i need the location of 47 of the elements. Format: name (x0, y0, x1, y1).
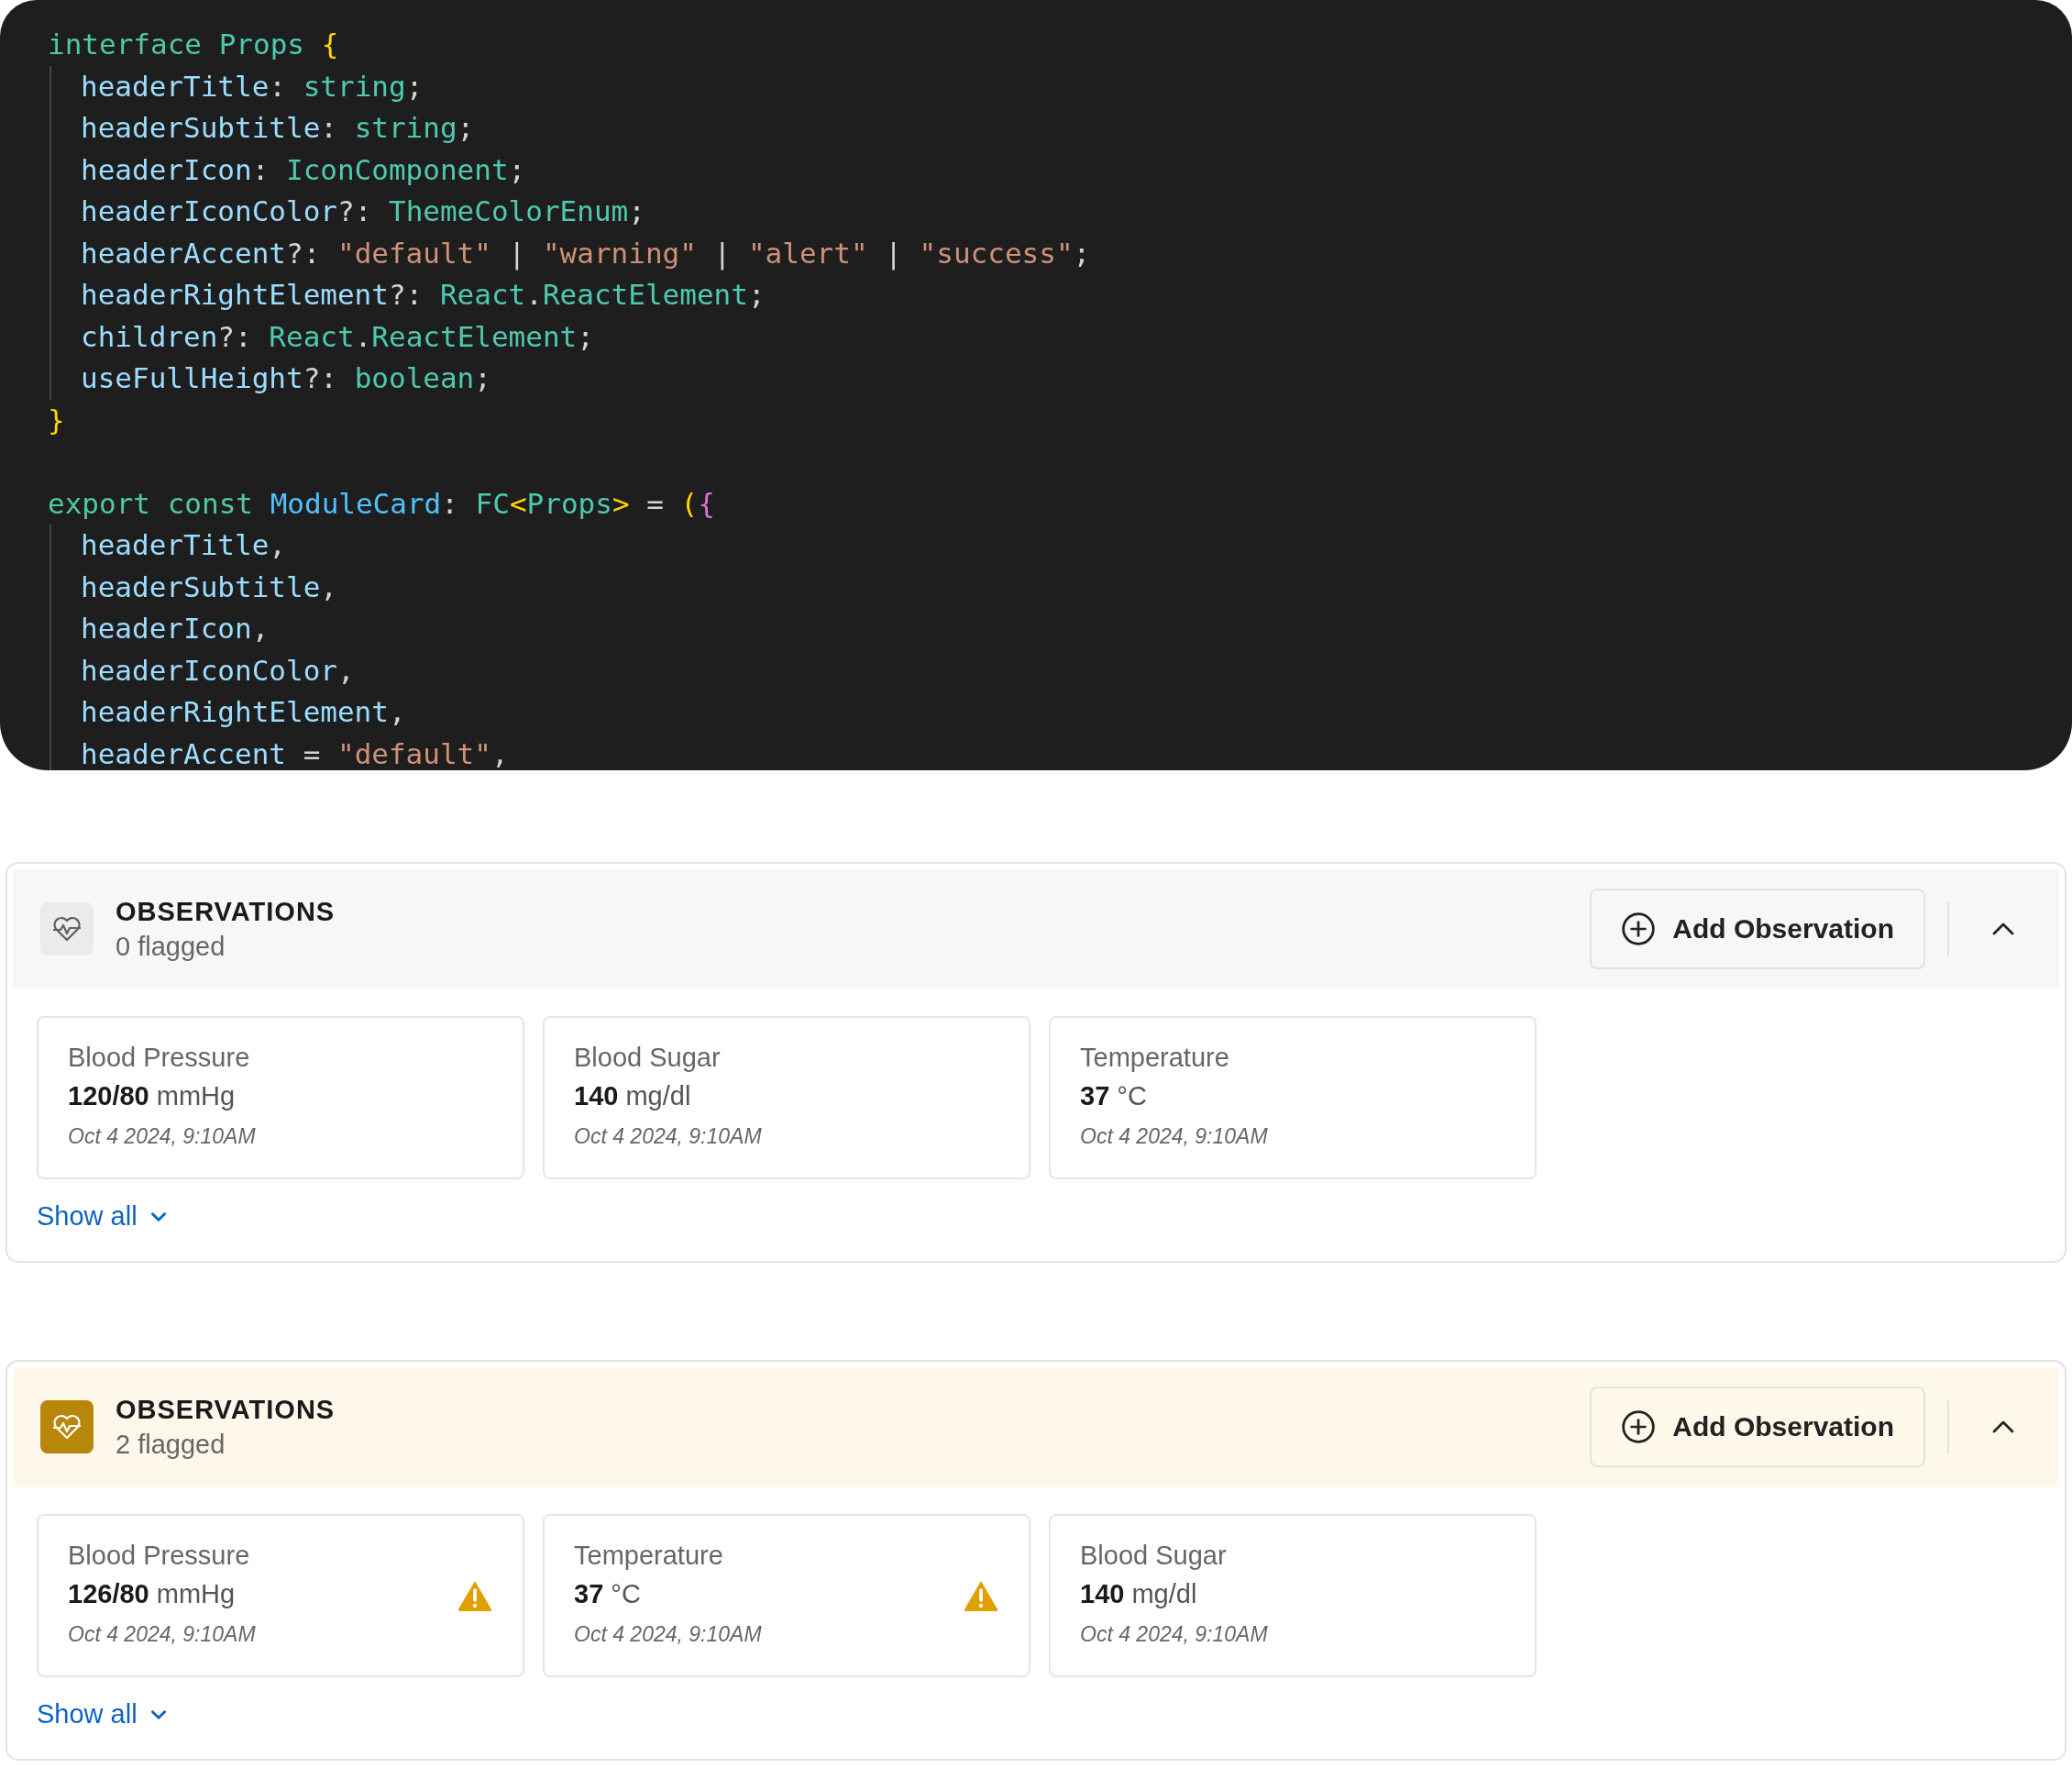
observation-name: Temperature (574, 1540, 724, 1572)
observation-value: 37 °C (1080, 1080, 1148, 1112)
observation-value: 120/80 mmHg (68, 1080, 237, 1112)
observation-value: 140 mg/dl (574, 1080, 692, 1112)
code-line: headerAccent?: "default" | "warning" | "alert" | "success"; (81, 235, 1092, 272)
card-subtitle: 0 flagged (116, 931, 226, 963)
observation-value: 126/80 mmHg (68, 1578, 237, 1610)
plus-circle-icon (1621, 912, 1657, 946)
code-line: children?: React.ReactElement; (81, 318, 595, 355)
card-subtitle: 2 flagged (116, 1429, 226, 1461)
observation-time: Oct 4 2024, 9:10AM (68, 1621, 257, 1648)
observation-time: Oct 4 2024, 9:10AM (574, 1123, 763, 1150)
observation-value: 140 mg/dl (1080, 1578, 1198, 1610)
observation-name: Blood Pressure (68, 1540, 251, 1572)
code-line: headerTitle: string; (81, 68, 424, 105)
observation-name: Blood Sugar (1080, 1540, 1228, 1572)
add-observation-button[interactable]: Add Observation (1590, 1387, 1925, 1467)
observation-time: Oct 4 2024, 9:10AM (574, 1621, 763, 1648)
code-line: headerIcon: IconComponent; (81, 151, 527, 188)
code-line: headerSubtitle: string; (81, 110, 476, 146)
code-line: headerIcon, (81, 611, 270, 646)
code-line: headerIconColor?: ThemeColorEnum; (81, 193, 646, 229)
code-line: headerRightElement?: React.ReactElement; (81, 277, 766, 313)
plus-circle-icon (1621, 1409, 1657, 1444)
show-all-link[interactable]: Show all (37, 1699, 169, 1729)
code-line: } (48, 402, 66, 438)
observation-name: Blood Pressure (68, 1042, 251, 1074)
heart-pulse-icon (40, 1400, 94, 1453)
observation-time: Oct 4 2024, 9:10AM (1080, 1621, 1269, 1648)
observation-time: Oct 4 2024, 9:10AM (1080, 1123, 1269, 1150)
code-line: headerTitle, (81, 527, 287, 563)
card-title: OBSERVATIONS (116, 896, 336, 928)
code-line: headerSubtitle, (81, 569, 338, 605)
observation-value: 37 °C (574, 1578, 642, 1610)
code-line: export const ModuleCard: FC<Props> = ({ (48, 485, 716, 522)
code-line: interface Props { (48, 27, 340, 62)
observation-name: Temperature (1080, 1042, 1230, 1074)
add-observation-button[interactable]: Add Observation (1590, 889, 1925, 969)
show-all-link[interactable]: Show all (37, 1201, 169, 1232)
heart-pulse-icon (40, 902, 94, 956)
observation-name: Blood Sugar (574, 1042, 722, 1074)
code-line: headerIconColor, (81, 652, 356, 689)
code-line: useFullHeight?: boolean; (81, 360, 492, 396)
code-line: headerRightElement, (81, 694, 407, 730)
code-line: headerAccent = "default", (81, 735, 510, 770)
card-title: OBSERVATIONS (116, 1394, 336, 1426)
observation-time: Oct 4 2024, 9:10AM (68, 1123, 257, 1150)
